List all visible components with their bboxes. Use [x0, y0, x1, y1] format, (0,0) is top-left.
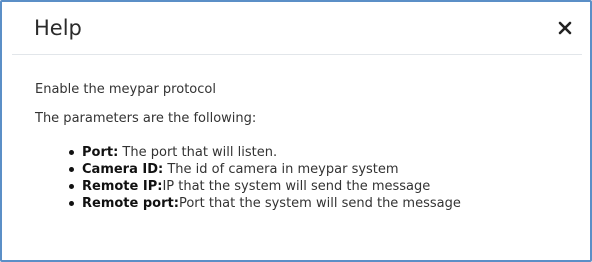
dialog-title: Help: [34, 16, 82, 40]
params-heading: The parameters are the following:: [35, 111, 257, 126]
param-desc: Port that the system will send the messa…: [178, 196, 461, 211]
close-icon: [558, 21, 572, 35]
bullet-icon: [69, 150, 74, 155]
param-item-port: Port: The port that will listen.: [69, 144, 461, 161]
param-name: Port:: [82, 145, 119, 160]
dialog-header: Help: [12, 2, 582, 55]
param-desc: The id of camera in meypar system: [163, 162, 399, 177]
param-name: Remote port:: [82, 196, 179, 211]
param-name: Camera ID:: [82, 162, 164, 177]
close-button[interactable]: [554, 17, 576, 39]
bullet-icon: [69, 184, 74, 189]
bullet-icon: [69, 167, 74, 172]
param-item-remote-ip: Remote IP:IP that the system will send t…: [69, 178, 461, 195]
intro-text: Enable the meypar protocol: [35, 82, 216, 97]
params-list: Port: The port that will listen. Camera …: [69, 144, 461, 212]
bullet-icon: [69, 201, 74, 206]
help-dialog: Help Enable the meypar protocol The para…: [0, 0, 592, 262]
param-name: Remote IP:: [82, 179, 163, 194]
param-item-camera-id: Camera ID: The id of camera in meypar sy…: [69, 161, 461, 178]
param-item-remote-port: Remote port:Port that the system will se…: [69, 195, 461, 212]
param-desc: The port that will listen.: [118, 145, 278, 160]
param-desc: IP that the system will send the message: [162, 179, 431, 194]
